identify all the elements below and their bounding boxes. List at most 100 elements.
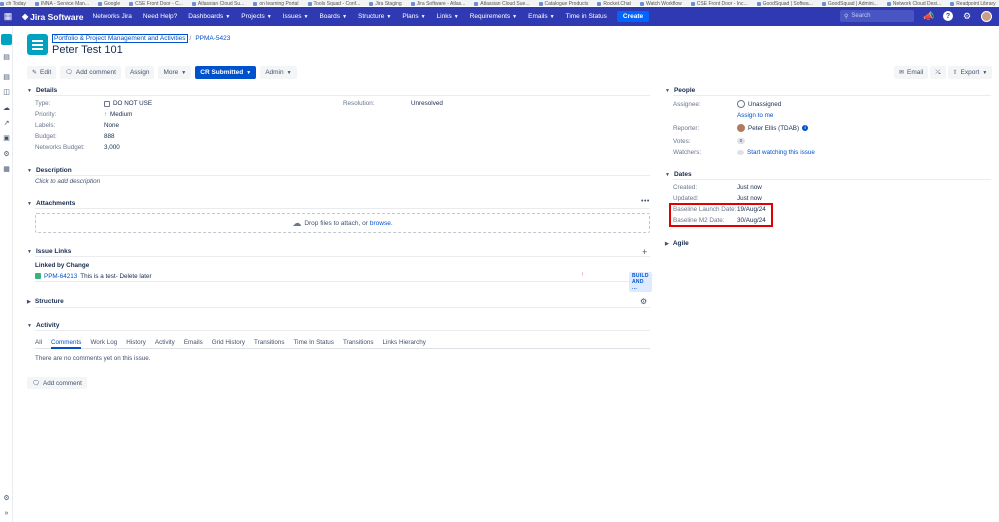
type-value[interactable]: DO NOT USE (104, 100, 152, 107)
notifications-icon[interactable]: 📣 (923, 10, 935, 22)
edit-button[interactable]: ✎ Edit (27, 66, 57, 79)
assign-to-me-link[interactable]: Assign to me (737, 112, 773, 119)
bookmark-item[interactable]: Readpoint Library (950, 1, 995, 6)
nav-item-time-in-status[interactable]: Time in Status (566, 13, 607, 20)
nav-item-dashboards[interactable]: Dashboards ▼ (188, 13, 230, 20)
nav-item-emails[interactable]: Emails ▼ (528, 13, 554, 20)
settings-gear-icon[interactable]: ⚙ (961, 10, 973, 22)
bookmark-item[interactable]: Atlassian Cloud Sue... (474, 1, 529, 6)
bookmark-item[interactable]: Jira Software - Atlas... (411, 1, 466, 6)
priority-value[interactable]: ↑ Medium (104, 111, 132, 118)
breadcrumb-issue-key[interactable]: PPMA-5423 (195, 35, 230, 42)
nav-item-networks-jira[interactable]: Networks Jira (93, 13, 132, 20)
bookmark-item[interactable]: ch Today (0, 1, 26, 6)
bookmark-item[interactable]: Tools Squad - Conf... (308, 1, 361, 6)
attachments-more-icon[interactable]: ••• (641, 198, 650, 205)
reports-icon[interactable]: ↗ (2, 119, 11, 127)
status-button[interactable]: CR Submitted ▼ (195, 66, 257, 79)
labels-value[interactable]: None (104, 122, 119, 129)
breadcrumb-project-link[interactable]: Portfolio & Project Management and Activ… (52, 34, 188, 43)
votes-value[interactable]: 0 (737, 138, 745, 144)
expand-sidebar-icon[interactable]: » (2, 509, 11, 518)
bookmark-item[interactable]: Jira Staging (369, 1, 401, 6)
bookmark-item[interactable]: GoodSquad | Softwa... (757, 1, 813, 6)
watch-issue-link[interactable]: Start watching this issue (737, 149, 815, 156)
issue-links-section-toggle[interactable]: ▼ Issue Links (27, 248, 71, 255)
releases-icon[interactable]: ☁ (2, 104, 11, 112)
nav-item-structure[interactable]: Structure ▼ (358, 13, 391, 20)
networks-budget-value[interactable]: 3,000 (104, 144, 120, 151)
bookmark-item[interactable]: on learning Portal (253, 1, 298, 6)
structure-gear-icon[interactable]: ⚙ (640, 297, 647, 306)
budget-value[interactable]: 888 (104, 133, 115, 140)
nav-item-boards[interactable]: Boards ▼ (319, 13, 347, 20)
tab-transitions[interactable]: Transitions (254, 338, 285, 349)
nav-item-links[interactable]: Links ▼ (437, 13, 459, 20)
reporter-value[interactable]: Peter Ellis (TDAB) i (737, 124, 809, 132)
add-comment-button[interactable]: 🗨 Add comment (60, 66, 121, 79)
info-icon[interactable]: i (802, 125, 809, 131)
app-switcher-icon[interactable]: ▦ (0, 7, 16, 26)
structure-section-toggle[interactable]: ▶ Structure (27, 298, 64, 305)
nav-item-requirements[interactable]: Requirements ▼ (470, 13, 517, 20)
bookmark-item[interactable]: CSE Front Door - C... (129, 1, 183, 6)
project-avatar[interactable] (27, 34, 48, 55)
bookmark-item[interactable]: Rocket.Chat (597, 1, 631, 6)
activity-section-toggle[interactable]: ▼ Activity (27, 322, 59, 329)
assign-button[interactable]: Assign (124, 66, 155, 79)
create-button[interactable]: Create (616, 11, 650, 22)
columns-icon[interactable]: ◫ (2, 88, 11, 96)
shortcuts-icon[interactable]: ▦ (2, 165, 11, 173)
bookmark-item[interactable]: Watch Workflow (640, 1, 682, 6)
description-field[interactable]: Click to add description (35, 178, 100, 185)
search-input[interactable]: ⚲ Search (840, 10, 914, 22)
issues-icon[interactable]: ▣ (2, 134, 11, 142)
email-button[interactable]: ✉ Email (894, 66, 929, 79)
jira-logo[interactable]: ◆ Jira Software (22, 12, 84, 22)
bookmark-item[interactable]: GoodSquad | Admini... (822, 1, 878, 6)
linked-issue-row[interactable]: PPM-64213 This is a test- Delete later ↑… (35, 271, 652, 292)
backlog-icon[interactable]: ▤ (2, 73, 11, 81)
bookmark-item[interactable]: INNA - Service Man... (35, 1, 89, 6)
bookmark-item[interactable]: CSE Front Door - Inc... (691, 1, 748, 6)
tab-time-in-status[interactable]: Time In Status (294, 338, 334, 349)
user-avatar[interactable] (980, 10, 992, 22)
bookmark-item[interactable]: Atlassian Cloud Su... (192, 1, 244, 6)
bookmark-item[interactable]: Network Cloud Desi... (887, 1, 941, 6)
tab-work-log[interactable]: Work Log (90, 338, 117, 349)
more-button[interactable]: More ▼ (158, 66, 192, 79)
attachment-dropzone[interactable]: ☁ Drop files to attach, or browse. (35, 213, 650, 233)
browse-link[interactable]: browse. (370, 220, 393, 227)
description-section-toggle[interactable]: ▼ Description (27, 167, 72, 174)
nav-item-need-help[interactable]: Need Help? (143, 13, 177, 20)
nav-item-projects[interactable]: Projects ▼ (241, 13, 271, 20)
tab-links-hierarchy[interactable]: Links Hierarchy (383, 338, 426, 349)
tab-activity[interactable]: Activity (155, 338, 175, 349)
components-icon[interactable]: ⚙ (2, 150, 11, 158)
tab-history[interactable]: History (126, 338, 146, 349)
tab-grid-history[interactable]: Grid History (212, 338, 245, 349)
bookmark-item[interactable]: Google (98, 1, 120, 6)
project-avatar-icon[interactable] (1, 34, 12, 45)
dates-section-toggle[interactable]: ▼ Dates (665, 171, 692, 178)
details-section-toggle[interactable]: ▼ Details (27, 87, 57, 94)
board-icon[interactable]: ▤ (2, 53, 11, 61)
sidebar-settings-icon[interactable]: ⚙ (2, 493, 11, 502)
help-button[interactable]: ? (942, 10, 954, 22)
tab-all[interactable]: All (35, 338, 42, 349)
admin-button[interactable]: Admin ▼ (260, 66, 297, 79)
agile-section-toggle[interactable]: ▶ Agile (665, 240, 689, 247)
tab-comments[interactable]: Comments (51, 338, 82, 349)
share-button[interactable]: ⤯ (930, 66, 946, 79)
nav-item-plans[interactable]: Plans ▼ (402, 13, 425, 20)
issue-title[interactable]: Peter Test 101 (52, 44, 123, 56)
tab-transitions[interactable]: Transitions (343, 338, 374, 349)
attachments-section-toggle[interactable]: ▼ Attachments (27, 200, 75, 207)
assignee-value[interactable]: Unassigned (737, 100, 781, 108)
tab-emails[interactable]: Emails (184, 338, 203, 349)
add-comment-bottom-button[interactable]: 🗨 Add comment (27, 377, 87, 389)
people-section-toggle[interactable]: ▼ People (665, 87, 695, 94)
export-button[interactable]: ⇧ Export ▼ (947, 66, 993, 79)
bookmark-item[interactable]: Catalogue Products (539, 1, 589, 6)
linked-issue-key[interactable]: PPM-64213 (44, 273, 77, 280)
